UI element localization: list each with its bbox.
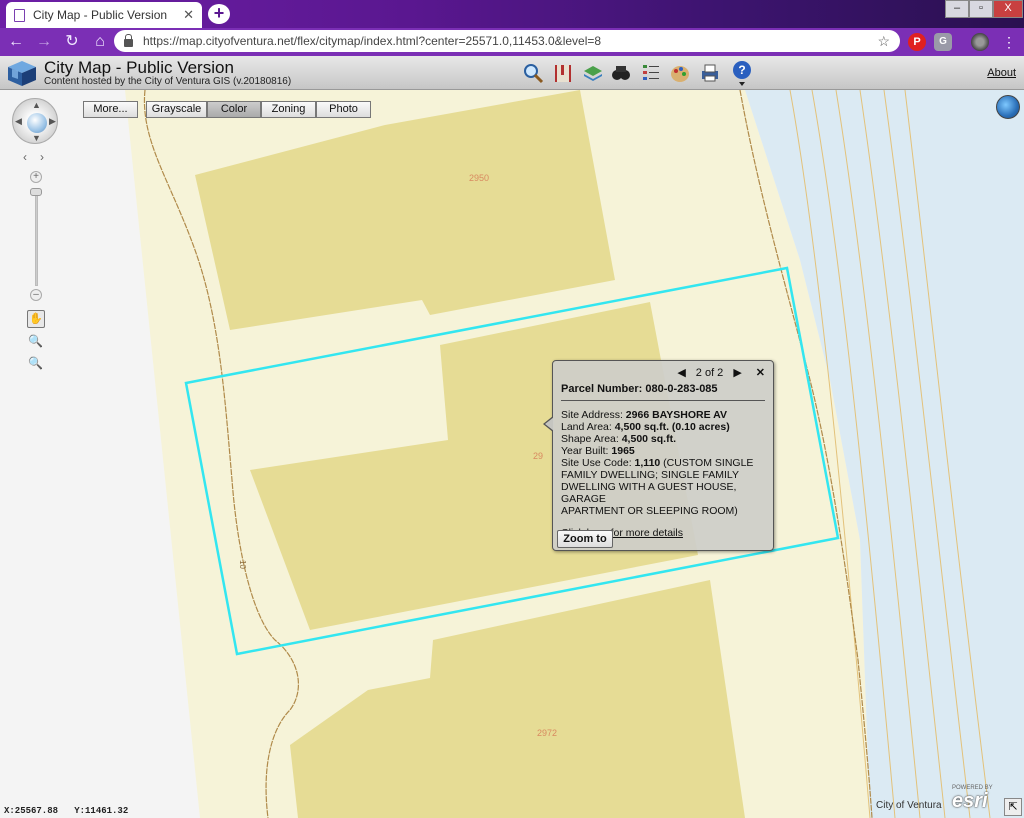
next-extent-icon[interactable]: › (40, 150, 44, 164)
palette-icon[interactable] (669, 62, 691, 84)
search-icon[interactable] (522, 62, 544, 84)
zoning-basemap-button[interactable]: Zoning (261, 101, 316, 118)
site-address-row: Site Address: 2966 BAYSHORE AV (561, 409, 727, 421)
url-text[interactable]: https://map.cityofventura.net/flex/citym… (143, 34, 877, 48)
window-close-button[interactable]: X (993, 0, 1023, 18)
zoom-out-button[interactable]: – (30, 289, 42, 301)
page-icon (14, 8, 25, 22)
parcel-attributes: Site Address: 2966 BAYSHORE AV Land Area… (561, 409, 765, 517)
expand-corner-icon[interactable]: ⇱ (1004, 798, 1022, 816)
pan-hand-icon[interactable]: ✋ (27, 310, 45, 328)
pinterest-extension-icon[interactable]: P (908, 33, 926, 51)
full-extent-globe-icon[interactable] (27, 113, 47, 133)
binoculars-icon[interactable] (610, 62, 632, 84)
parcel-label-top: 2950 (469, 173, 490, 183)
pan-right-icon[interactable]: ▶ (49, 116, 56, 127)
more-basemaps-button[interactable]: More... (83, 101, 138, 118)
address-bar[interactable]: https://map.cityofventura.net/flex/citym… (114, 30, 900, 52)
map-navigation-control: ▲ ▼ ◀ ▶ ‹ › + – ✋ 🔍 🔍 (10, 98, 62, 378)
map-canvas[interactable] (0, 90, 1024, 818)
land-area-row: Land Area: 4,500 sq.ft. (0.10 acres) (561, 421, 730, 433)
lock-icon (124, 34, 133, 47)
year-built-row: Year Built: 1965 (561, 445, 635, 457)
pan-down-icon[interactable]: ▼ (32, 133, 41, 143)
app-title: City Map - Public Version (44, 58, 234, 77)
window-minimize-button[interactable]: – (945, 0, 969, 18)
g-extension-icon[interactable]: G (934, 33, 952, 51)
popup-next-icon[interactable]: ▶ (733, 366, 741, 379)
map-basemap (125, 90, 1024, 818)
forward-arrow-icon[interactable]: → (32, 30, 56, 54)
parcel-number-title: Parcel Number: 080-0-283-085 (561, 383, 765, 401)
contour-label: 10 (237, 560, 247, 569)
browser-tab[interactable]: City Map - Public Version ✕ (6, 2, 202, 28)
shape-area-row: Shape Area: 4,500 sq.ft. (561, 433, 676, 445)
home-icon[interactable]: ⌂ (88, 30, 112, 54)
zoom-out-tool-icon[interactable]: 🔍 (28, 356, 43, 370)
esri-logo[interactable]: POWERED BY esri (952, 785, 1000, 815)
new-tab-button[interactable]: + (208, 4, 230, 24)
browser-toolbar: ← → ↻ ⌂ https://map.cityofventura.net/fl… (0, 28, 1024, 56)
pan-left-icon[interactable]: ◀ (15, 116, 22, 127)
overview-map-globe-icon[interactable] (996, 95, 1020, 119)
grayscale-basemap-button[interactable]: Grayscale (146, 101, 207, 118)
help-icon[interactable]: ? (730, 59, 754, 87)
parcel-label-bottom: 2972 (537, 728, 558, 738)
app-header: City Map - Public Version Content hosted… (0, 56, 1024, 90)
popup-counter: 2 of 2 (695, 366, 724, 379)
browser-title-bar: City Map - Public Version ✕ + – ▫ X (0, 0, 1024, 28)
bookmark-star-icon[interactable]: ☆ (877, 33, 890, 50)
popup-prev-icon[interactable]: ◀ (677, 366, 685, 379)
popup-close-icon[interactable]: ✕ (756, 366, 765, 379)
map-credit: City of Ventura (876, 800, 942, 811)
browser-menu-icon[interactable]: ⋮ (1000, 33, 1018, 51)
back-arrow-icon[interactable]: ← (4, 30, 28, 54)
zoom-slider-thumb[interactable] (30, 188, 42, 196)
print-icon[interactable] (699, 62, 721, 84)
about-link[interactable]: About (987, 67, 1016, 79)
parcel-label-middle: 29 (533, 451, 544, 461)
photo-basemap-button[interactable]: Photo (316, 101, 371, 118)
site-use-desc-line: FAMILY DWELLING; SINGLE FAMILY (561, 469, 739, 481)
popup-navigation: ◀ 2 of 2 ▶ ✕ (677, 366, 765, 380)
zoom-to-button[interactable]: Zoom to (557, 530, 613, 548)
legend-icon[interactable] (640, 62, 662, 84)
site-use-code-row: Site Use Code: 1,110 (CUSTOM SINGLE (561, 457, 754, 469)
svg-text:?: ? (738, 63, 745, 77)
color-basemap-button[interactable]: Color (207, 101, 261, 118)
app-subtitle: Content hosted by the City of Ventura GI… (44, 76, 292, 87)
bookmark-icon[interactable] (552, 62, 574, 84)
profile-avatar[interactable] (971, 33, 989, 51)
reload-icon[interactable]: ↻ (60, 30, 84, 54)
window-maximize-button[interactable]: ▫ (969, 0, 993, 18)
zoom-in-tool-icon[interactable]: 🔍 (28, 334, 43, 348)
city-map-logo (8, 61, 36, 86)
cursor-coordinates: X:25567.88 Y:11461.32 (4, 806, 128, 816)
parcel-info-popup: ◀ 2 of 2 ▶ ✕ Parcel Number: 080-0-283-08… (543, 360, 774, 551)
previous-extent-icon[interactable]: ‹ (23, 150, 27, 164)
tab-title: City Map - Public Version (33, 8, 168, 22)
pan-ring[interactable]: ▲ ▼ ◀ ▶ (12, 98, 58, 144)
x-coordinate: X:25567.88 (4, 806, 59, 816)
zoom-in-button[interactable]: + (30, 171, 42, 183)
site-use-desc-line: DWELLING WITH A GUEST HOUSE, GARAGE (561, 481, 737, 505)
zoom-slider-track[interactable] (35, 188, 38, 286)
pan-up-icon[interactable]: ▲ (32, 100, 41, 110)
layers-icon[interactable] (582, 62, 604, 84)
y-coordinate: Y:11461.32 (74, 806, 129, 816)
tab-close-icon[interactable]: ✕ (183, 7, 194, 23)
site-use-desc-line: APARTMENT OR SLEEPING ROOM) (561, 505, 738, 517)
